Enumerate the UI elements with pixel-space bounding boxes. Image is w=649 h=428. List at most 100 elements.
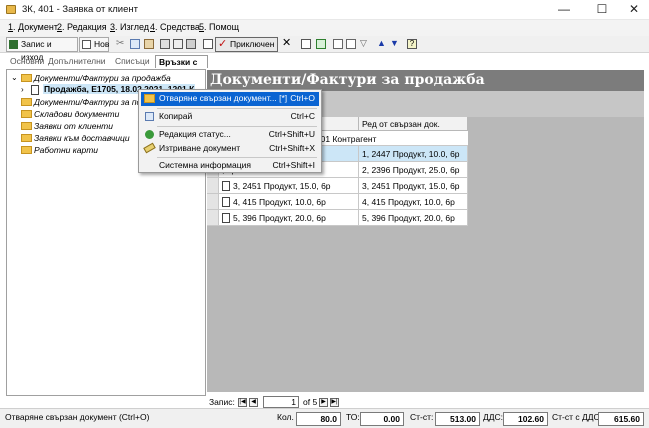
- status-bar: Отваряне свързан документ (Ctrl+O) Кол. …: [0, 408, 649, 428]
- table-row-cell[interactable]: 2, 2396 Продукт, 25.0, 6р: [359, 162, 468, 178]
- qty-label: Кол.: [277, 412, 294, 422]
- minimize-button[interactable]: —: [556, 3, 572, 16]
- tree-item-sales-invoices[interactable]: Документи/Фактури за продажба: [34, 73, 171, 83]
- table-row-cell[interactable]: 3, 2451 Продукт, 15.0, 6р: [219, 178, 359, 194]
- record-label: Запис:: [209, 397, 235, 407]
- page-copy-icon[interactable]: [346, 39, 356, 49]
- tab-linked-documents[interactable]: Връзки с документи: [155, 55, 208, 79]
- copy-icon: [145, 112, 154, 121]
- help-icon[interactable]: ?: [407, 39, 417, 49]
- folder-icon: [21, 146, 32, 154]
- save-icon: [9, 40, 18, 49]
- filter-icon[interactable]: ▽: [360, 39, 370, 49]
- qty-field: 80.0: [296, 412, 341, 426]
- expand-icon[interactable]: ›: [21, 85, 24, 94]
- to-field: 0.00: [360, 412, 404, 426]
- app-icon: [6, 5, 16, 14]
- status-icon: [145, 130, 154, 139]
- table-row-cell[interactable]: 3, 2451 Продукт, 15.0, 6р: [359, 178, 468, 194]
- document-icon: [31, 85, 39, 95]
- arrow-down-icon[interactable]: ▼: [390, 39, 400, 49]
- document-icon[interactable]: [203, 39, 213, 49]
- row-indicator[interactable]: [207, 178, 219, 194]
- row-indicator[interactable]: [207, 210, 219, 226]
- copy-icon[interactable]: [130, 39, 140, 49]
- cut-icon[interactable]: ✂: [116, 39, 126, 49]
- value-label: Ст-ст:: [410, 412, 434, 422]
- check-icon: ✓: [218, 38, 228, 50]
- folder-icon: [21, 134, 32, 142]
- record-navigator: Запис: |◀ ◀ 1 of 5 ▶ ▶|: [207, 395, 644, 409]
- new-button[interactable]: Нов: [79, 37, 109, 52]
- document-icon: [222, 181, 230, 191]
- save-exit-button[interactable]: Запис и изход: [6, 37, 78, 62]
- print-icon[interactable]: [160, 39, 170, 49]
- to-label: ТО:: [346, 412, 360, 422]
- tree-item-purchase-invoices[interactable]: Документи/Фактури за пок: [34, 97, 145, 107]
- prev-record-icon[interactable]: ◀: [249, 398, 258, 407]
- folder-open-icon: [21, 74, 32, 82]
- document-icon: [222, 213, 230, 223]
- arrow-up-icon[interactable]: ▲: [377, 39, 387, 49]
- vat-field: 102.60: [503, 412, 548, 426]
- document-list-icon[interactable]: [301, 39, 311, 49]
- document-icon: [222, 197, 230, 207]
- menu-item-copy[interactable]: Копирай Ctrl+C: [141, 110, 319, 124]
- table-row-cell[interactable]: 5, 396 Продукт, 20.0, 6р: [359, 210, 468, 226]
- paste-icon[interactable]: [144, 39, 154, 49]
- folder-icon: [21, 122, 32, 130]
- menu-tools[interactable]: 4. Средства: [150, 22, 200, 32]
- tree-item-warehouse-documents[interactable]: Складови документи: [34, 109, 119, 119]
- menu-document[interactable]: 1. Документ: [8, 22, 58, 32]
- cancel-icon[interactable]: ✕: [282, 38, 292, 49]
- menu-view[interactable]: 3. Изглед: [110, 22, 149, 32]
- status-hint: Отваряне свързан документ (Ctrl+O): [5, 412, 150, 422]
- window-title: 3К, 401 - Заявка от клиент: [22, 4, 138, 15]
- menu-item-edit-status[interactable]: Редакция статус... Ctrl+Shift+U: [141, 128, 319, 142]
- folder-icon: [21, 110, 32, 118]
- tab-main[interactable]: Основни: [10, 55, 44, 68]
- separator: [157, 126, 317, 127]
- table-row-cell[interactable]: 4, 415 Продукт, 10.0, 6р: [219, 194, 359, 210]
- menu-help[interactable]: 5. Помощ: [199, 22, 239, 32]
- separator: [157, 108, 317, 109]
- open-folder-icon: [144, 94, 155, 103]
- toolbar: Запис и изход Нов ✂ ✓ Приключен ✕ ▽ ▲ ▼ …: [0, 36, 649, 62]
- refresh-icon[interactable]: [316, 39, 326, 49]
- last-record-icon[interactable]: ▶|: [330, 398, 339, 407]
- menu-item-system-info[interactable]: Системна информация Ctrl+Shift+I: [141, 159, 319, 173]
- collapse-icon[interactable]: ⌄: [11, 73, 18, 82]
- post-button[interactable]: ✓ Приключен: [215, 37, 278, 52]
- eraser-icon: [143, 142, 156, 154]
- record-number-input[interactable]: 1: [263, 396, 299, 408]
- tree-item-client-orders[interactable]: Заявки от клиенти: [34, 121, 113, 131]
- column-header-linked-row[interactable]: Ред от свързан док.: [359, 117, 468, 131]
- maximize-button[interactable]: ☐: [594, 3, 610, 16]
- menu-item-delete-document[interactable]: Изтриване документ Ctrl+Shift+X: [141, 142, 319, 156]
- row-indicator[interactable]: [207, 194, 219, 210]
- record-count: of 5: [303, 397, 318, 407]
- tree-item-work-cards[interactable]: Работни карти: [34, 145, 98, 155]
- menu-edit[interactable]: 2. Редакция: [57, 22, 107, 32]
- table-row-cell[interactable]: 4, 415 Продукт, 10.0, 6р: [359, 194, 468, 210]
- next-record-icon[interactable]: ▶: [319, 398, 328, 407]
- print-preview-icon[interactable]: [173, 39, 183, 49]
- value-field: 513.00: [435, 412, 480, 426]
- title-bar: 3К, 401 - Заявка от клиент — ☐ ✕: [0, 0, 649, 20]
- separator: [157, 157, 317, 158]
- page-icon[interactable]: [333, 39, 343, 49]
- vat-label: ДДС:: [483, 412, 504, 422]
- table-row-cell[interactable]: 5, 396 Продукт, 20.0, 6р: [219, 210, 359, 226]
- total-field: 615.60: [598, 412, 644, 426]
- table-row-cell[interactable]: 1, 2447 Продукт, 10.0, 6р: [359, 146, 468, 162]
- export-icon[interactable]: [186, 39, 196, 49]
- menu-item-open-linked[interactable]: Отваряне свързан документ... [*] Ctrl+O: [141, 92, 319, 106]
- section-title: Документи/Фактури за продажба: [207, 70, 644, 91]
- menu-bar: 1. Документ 2. Редакция 3. Изглед 4. Сре…: [0, 20, 649, 36]
- tab-additional[interactable]: Допълнителни: [48, 55, 106, 68]
- tab-lists[interactable]: Списъци: [115, 55, 150, 68]
- first-record-icon[interactable]: |◀: [238, 398, 247, 407]
- tree-item-supplier-orders[interactable]: Заявки към доставчици: [34, 133, 130, 143]
- new-doc-icon: [82, 40, 91, 49]
- close-button[interactable]: ✕: [626, 3, 642, 16]
